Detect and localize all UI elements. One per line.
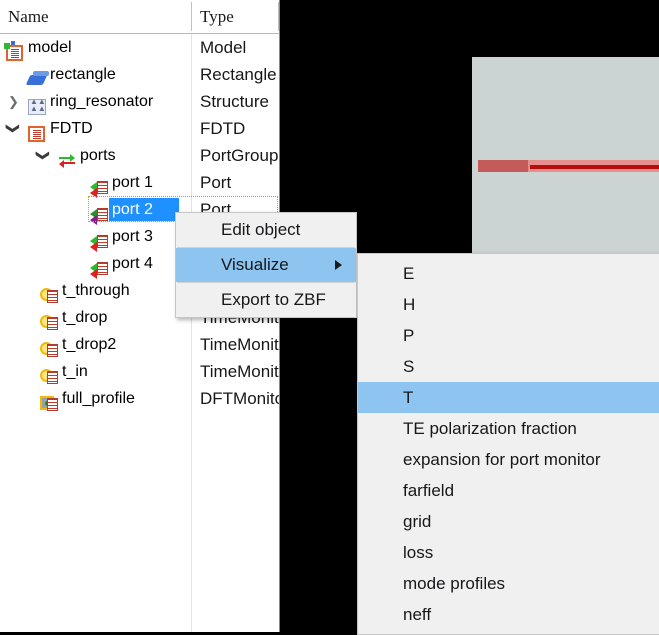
context-menu-item-edit-object[interactable]: Edit object bbox=[176, 213, 356, 247]
tree-row-label: port 1 bbox=[112, 174, 153, 191]
tree-row-type: TimeMonitor bbox=[200, 335, 279, 354]
time-monitor-icon bbox=[40, 363, 58, 384]
submenu-item-expansion-for-port-monitor[interactable]: expansion for port monitor bbox=[358, 444, 659, 475]
tree-row-label: t_drop2 bbox=[62, 336, 117, 353]
tree-row-type: TimeMonitor bbox=[200, 362, 279, 381]
tree-row-type: Model bbox=[200, 38, 247, 57]
tree-row[interactable]: port 1 Port bbox=[0, 169, 279, 198]
tree-row-type: PortGroup bbox=[200, 146, 279, 165]
tree-row-type: Structure bbox=[200, 92, 269, 111]
tree-row[interactable]: t_in TimeMonitor bbox=[0, 358, 279, 385]
column-separator-2[interactable] bbox=[278, 2, 279, 31]
port-group-icon bbox=[58, 147, 76, 168]
tree-row-label: port 2 bbox=[112, 201, 153, 218]
tree-body: model Model rectangle Rectangle ❯ ring_resona… bbox=[0, 34, 279, 632]
submenu-item-farfield[interactable]: farfield bbox=[358, 475, 659, 506]
time-monitor-icon bbox=[40, 282, 58, 303]
port-icon bbox=[90, 174, 108, 198]
chevron-right-icon bbox=[335, 260, 342, 270]
waveguide-bar-shadow bbox=[478, 160, 528, 172]
tree-row[interactable]: full_profile DFTMonitor bbox=[0, 385, 279, 412]
tree-row-label: ring_resonator bbox=[50, 93, 154, 110]
time-monitor-icon bbox=[40, 336, 58, 357]
injection-axis-line bbox=[530, 165, 659, 169]
tree-row[interactable]: rectangle Rectangle bbox=[0, 61, 279, 88]
submenu-item-h[interactable]: H bbox=[358, 289, 659, 320]
context-menu-item-visualize-label: Visualize bbox=[221, 255, 289, 274]
context-menu: Edit object Visualize Export to ZBF bbox=[175, 212, 357, 318]
chevron-down-icon[interactable]: ❯ bbox=[36, 148, 51, 163]
tree-row[interactable]: ❯ ports PortGroup bbox=[0, 142, 279, 169]
column-header-type[interactable]: Type bbox=[200, 0, 234, 33]
structure-group-icon bbox=[28, 93, 46, 115]
port-icon bbox=[90, 228, 108, 252]
context-menu-item-visualize[interactable]: Visualize bbox=[176, 248, 356, 282]
submenu-item-t[interactable]: T bbox=[358, 382, 659, 413]
fdtd-icon bbox=[28, 120, 46, 142]
tree-row-label: port 3 bbox=[112, 228, 153, 245]
tree-row-label: t_in bbox=[62, 363, 88, 380]
tree-row-label: rectangle bbox=[50, 66, 116, 83]
submenu-item-neff[interactable]: neff bbox=[358, 599, 659, 630]
rectangle-icon bbox=[25, 66, 48, 85]
tree-row[interactable]: ❯ FDTD FDTD bbox=[0, 115, 279, 142]
tree-row-label: t_through bbox=[62, 282, 130, 299]
tree-row-label: t_drop bbox=[62, 309, 108, 326]
port-icon bbox=[90, 255, 108, 279]
chevron-down-icon[interactable]: ❯ bbox=[6, 121, 21, 136]
tree-header-row: Name Type bbox=[0, 0, 279, 34]
submenu-item-e[interactable]: E bbox=[358, 258, 659, 289]
context-menu-item-export-to-zbf[interactable]: Export to ZBF bbox=[176, 283, 356, 317]
viewport-top-mask bbox=[280, 0, 659, 57]
tree-row-type: Rectangle bbox=[200, 65, 277, 84]
tree-row-label: port 4 bbox=[112, 255, 153, 272]
column-separator[interactable] bbox=[191, 2, 192, 31]
submenu-item-p[interactable]: P bbox=[358, 320, 659, 351]
tree-row-type: DFTMonitor bbox=[200, 389, 279, 408]
submenu-item-te-polarization-fraction[interactable]: TE polarization fraction bbox=[358, 413, 659, 444]
submenu-item-mode-profiles[interactable]: mode profiles bbox=[358, 568, 659, 599]
column-header-name[interactable]: Name bbox=[8, 0, 49, 33]
dft-monitor-icon bbox=[40, 390, 58, 411]
submenu-item-grid[interactable]: grid bbox=[358, 506, 659, 537]
tree-row[interactable]: model Model bbox=[0, 34, 279, 61]
model-icon bbox=[4, 39, 24, 61]
tree-row-label: model bbox=[28, 39, 72, 56]
tree-row-label: ports bbox=[80, 147, 116, 164]
tree-row[interactable]: ❯ ring_resonator Structure bbox=[0, 88, 279, 115]
tree-row[interactable]: t_drop2 TimeMonitor bbox=[0, 331, 279, 358]
visualize-submenu: E H P S T TE polarization fraction expansion f… bbox=[357, 253, 659, 635]
submenu-item-s[interactable]: S bbox=[358, 351, 659, 382]
chevron-right-icon[interactable]: ❯ bbox=[6, 94, 21, 109]
tree-row-label: FDTD bbox=[50, 120, 93, 137]
time-monitor-icon bbox=[40, 309, 58, 330]
submenu-item-loss[interactable]: loss bbox=[358, 537, 659, 568]
tree-row-type: FDTD bbox=[200, 119, 246, 138]
tree-row-label: full_profile bbox=[62, 390, 135, 407]
tree-row-type: Port bbox=[200, 173, 232, 192]
